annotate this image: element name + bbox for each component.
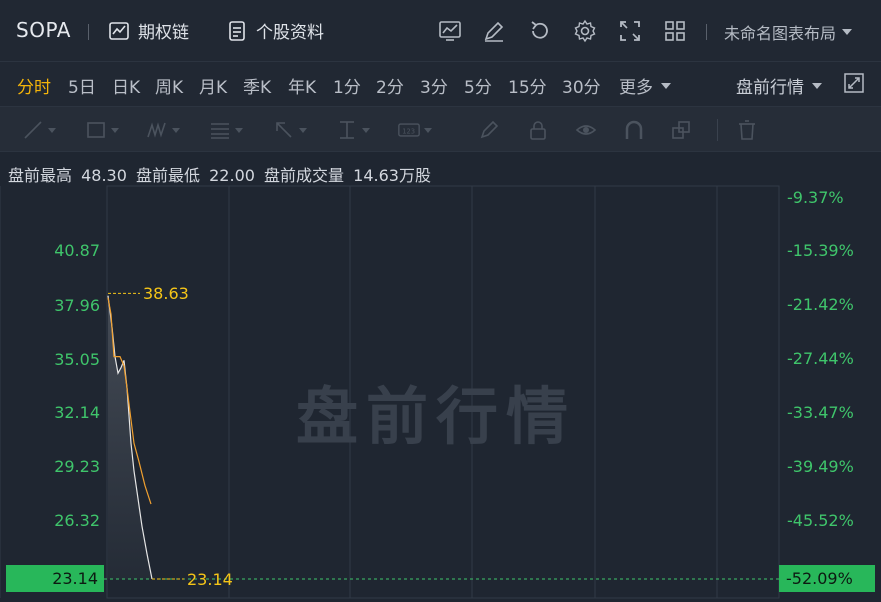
watermark-text: 盘前行情 — [296, 380, 577, 453]
y-tick-label: 35.05 — [54, 350, 100, 369]
percent-tick-label: -45.52% — [787, 511, 854, 530]
last-change-tag: -52.09% — [779, 565, 875, 592]
last-price-marker-label: 23.14 — [187, 570, 233, 589]
y-tick-label: 37.96 — [54, 296, 100, 315]
percent-tick-label: -9.37% — [787, 188, 844, 207]
price-chart[interactable] — [0, 0, 881, 602]
y-tick-label: 32.14 — [54, 403, 100, 422]
percent-tick-label: -33.47% — [787, 403, 854, 422]
percent-tick-label: -15.39% — [787, 241, 854, 260]
y-tick-label: 40.87 — [54, 241, 100, 260]
high-marker-label: 38.63 — [143, 284, 189, 303]
y-tick-label: 29.23 — [54, 457, 100, 476]
percent-tick-label: -39.49% — [787, 457, 854, 476]
last-price-tag: 23.14 — [6, 565, 104, 592]
percent-tick-label: -27.44% — [787, 349, 854, 368]
y-tick-label: 26.32 — [54, 511, 100, 530]
percent-tick-label: -21.42% — [787, 295, 854, 314]
